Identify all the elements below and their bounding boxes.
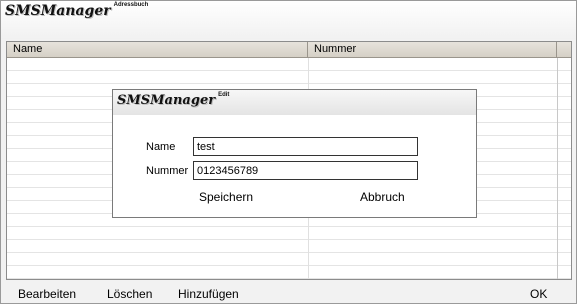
column-header-filler bbox=[557, 42, 571, 57]
number-label: Nummer bbox=[146, 165, 189, 177]
app-window: SMSManager Adressbuch Name Nummer Bearbei… bbox=[0, 0, 577, 304]
edit-button[interactable]: Bearbeiten bbox=[18, 287, 76, 301]
name-field[interactable] bbox=[193, 137, 418, 156]
table-header: Name Nummer bbox=[7, 42, 571, 58]
name-label: Name bbox=[146, 141, 176, 153]
column-header-number[interactable]: Nummer bbox=[308, 42, 557, 57]
cancel-button[interactable]: Abbruch bbox=[360, 190, 405, 204]
add-button[interactable]: Hinzufügen bbox=[178, 287, 239, 301]
ok-button[interactable]: OK bbox=[530, 287, 547, 301]
footer-toolbar: Bearbeiten Löschen Hinzufügen OK bbox=[1, 283, 576, 303]
number-field[interactable] bbox=[193, 161, 418, 180]
app-title: SMSManager Adressbuch bbox=[5, 2, 148, 19]
title-bar: SMSManager Adressbuch bbox=[1, 1, 576, 39]
save-button[interactable]: Speichern bbox=[199, 190, 253, 204]
edit-dialog: SMSManagerEdit Name Nummer Speichern Abb… bbox=[112, 89, 477, 218]
dialog-title-bar: SMSManager Edit bbox=[113, 90, 476, 115]
app-subtitle: Adressbuch bbox=[113, 2, 149, 8]
dialog-title: SMSManager Edit bbox=[117, 92, 230, 108]
scrollbar-edge bbox=[557, 58, 558, 279]
column-header-name[interactable]: Name bbox=[7, 42, 308, 57]
dialog-title-text: SMSManager bbox=[117, 93, 216, 108]
app-title-text: SMSManager bbox=[5, 3, 111, 19]
dialog-subtitle: Edit bbox=[218, 92, 230, 98]
delete-button[interactable]: Löschen bbox=[107, 287, 152, 301]
